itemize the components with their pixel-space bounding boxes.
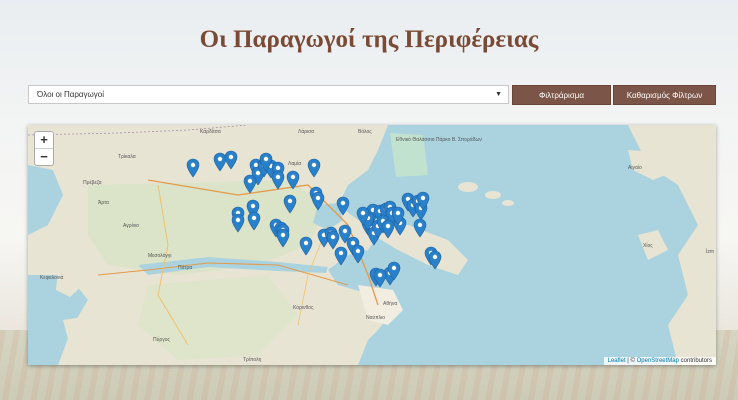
map-marker[interactable] <box>299 236 313 256</box>
map-marker[interactable] <box>334 246 348 266</box>
marker-layer <box>186 150 442 288</box>
map-marker[interactable] <box>326 230 340 250</box>
map-marker[interactable] <box>186 158 200 178</box>
chevron-down-icon: ▼ <box>495 91 502 98</box>
map-marker[interactable] <box>336 196 350 216</box>
map-marker[interactable] <box>247 211 261 231</box>
map-marker[interactable] <box>413 218 427 238</box>
map-marker[interactable] <box>286 170 300 190</box>
map-marker[interactable] <box>224 150 238 170</box>
map-marker[interactable] <box>283 194 297 214</box>
map-marker[interactable] <box>243 174 257 194</box>
filter-bar: Όλοι οι Παραγωγοί ▼ Φιλτράρισμα Καθαρισμ… <box>28 85 716 105</box>
producers-map[interactable]: + − Καρδίτσα Τρίκαλα Λάρισα Βόλος Πρέβεζ… <box>28 125 716 365</box>
map-marker[interactable] <box>381 219 395 239</box>
leaflet-link[interactable]: Leaflet <box>608 358 626 364</box>
filter-button[interactable]: Φιλτράρισμα <box>512 85 611 105</box>
map-attribution: Leaflet | © OpenStreetMap contributors <box>603 357 716 365</box>
osm-link[interactable]: OpenStreetMap <box>637 358 679 364</box>
map-marker[interactable] <box>231 213 245 233</box>
producer-select-value: Όλοι οι Παραγωγοί <box>37 90 105 99</box>
attribution-separator: | © <box>625 358 637 364</box>
clear-filters-button[interactable]: Καθαρισμός Φίλτρων <box>613 85 716 105</box>
map-marker[interactable] <box>271 170 285 190</box>
map-marker[interactable] <box>428 250 442 270</box>
attribution-contributors: contributors <box>678 358 712 364</box>
map-marker[interactable] <box>213 152 227 172</box>
map-marker[interactable] <box>307 158 321 178</box>
producer-select[interactable]: Όλοι οι Παραγωγοί ▼ <box>28 85 509 104</box>
map-marker[interactable] <box>276 228 290 248</box>
map-marker[interactable] <box>351 244 365 264</box>
page-title: Οι Παραγωγοί της Περιφέρειας <box>199 26 539 53</box>
map-marker[interactable] <box>311 191 325 211</box>
